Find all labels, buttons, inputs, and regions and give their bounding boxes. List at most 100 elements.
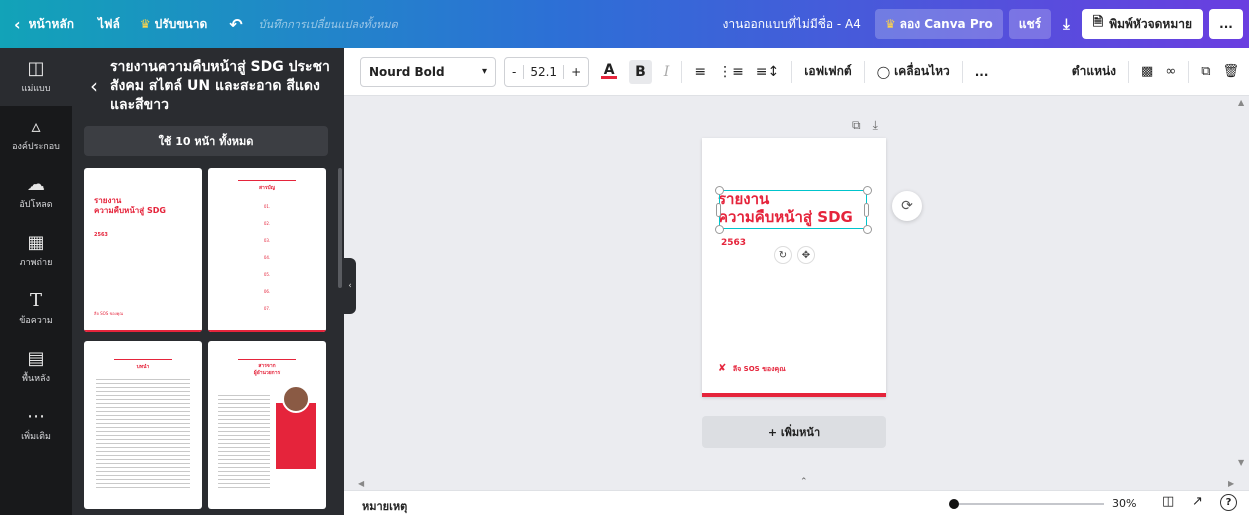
resize-handle[interactable] bbox=[863, 186, 872, 195]
trash-icon[interactable]: 🗑 bbox=[1222, 64, 1239, 79]
fullscreen-icon[interactable]: ↗ bbox=[1192, 494, 1203, 509]
undo-icon[interactable]: ↶ bbox=[221, 0, 250, 48]
divider bbox=[961, 60, 963, 83]
template-page-thumb[interactable]: บทนำ bbox=[84, 341, 202, 509]
effects-button[interactable]: เอฟเฟกต์ bbox=[804, 62, 851, 81]
resize-handle[interactable] bbox=[863, 225, 872, 234]
home-button[interactable]: ‹ หน้าหลัก bbox=[0, 0, 82, 48]
toc-entry: 03. bbox=[263, 238, 271, 243]
rail-item-background[interactable]: ▤ พื้นหลัง bbox=[0, 338, 72, 396]
scroll-down-icon[interactable]: ▼ bbox=[1238, 458, 1244, 467]
move-handle-icon[interactable]: ✥ bbox=[797, 246, 815, 264]
italic-button[interactable]: I bbox=[664, 64, 670, 80]
panel-scrollbar[interactable] bbox=[338, 168, 342, 288]
thumb-title: รายงาน ความคืบหน้าสู่ SDG bbox=[94, 196, 166, 216]
toolbar-more-button[interactable]: ... bbox=[975, 65, 989, 79]
page-accent-bar bbox=[702, 393, 886, 397]
font-size-stepper: - 52.1 + bbox=[504, 56, 590, 87]
crown-icon: ♛ bbox=[139, 17, 151, 31]
zoom-slider-knob[interactable] bbox=[949, 499, 959, 509]
toc-entry: 05. bbox=[263, 272, 271, 277]
footer-text: ลีจ SOS ของคุณ bbox=[732, 365, 786, 373]
page-view-icon[interactable]: ◫ bbox=[1162, 494, 1174, 509]
copy-style-icon[interactable]: ⧉ bbox=[1201, 64, 1210, 79]
more-options-button[interactable]: ... bbox=[1209, 9, 1243, 39]
thumb-bar bbox=[208, 330, 326, 332]
help-button[interactable]: ? bbox=[1220, 494, 1237, 511]
notes-button[interactable]: หมายเหตุ bbox=[362, 497, 407, 515]
rail-item-templates[interactable]: ◫ แม่แบบ bbox=[0, 48, 72, 106]
thumb-heading: สารจาก bbox=[258, 363, 276, 369]
font-size-input[interactable]: 52.1 bbox=[523, 64, 565, 79]
link-icon[interactable]: ∞ bbox=[1165, 64, 1176, 79]
template-page-thumb[interactable]: สารบัญ 01. 02. 03. 04. 05. 06. 07. bbox=[208, 168, 326, 332]
scroll-left-icon[interactable]: ◀ bbox=[358, 479, 364, 488]
chevron-down-icon: ▾ bbox=[481, 66, 487, 77]
rail-label: อัปโหลด bbox=[19, 200, 53, 210]
list-icon[interactable]: ⋮≡ bbox=[718, 64, 744, 80]
page-tools: ⧉ ⤓ bbox=[840, 118, 878, 133]
rotate-handle-icon[interactable]: ↻ bbox=[774, 246, 792, 264]
horizontal-scrollbar[interactable]: ◀ ▶ ⌃ bbox=[356, 477, 1249, 490]
rail-item-photos[interactable]: ▦ ภาพถ่าย bbox=[0, 222, 72, 280]
align-icon[interactable]: ≡ bbox=[694, 64, 706, 80]
add-page-icon[interactable]: ⤓ bbox=[873, 118, 878, 133]
decrease-size-button[interactable]: - bbox=[505, 65, 523, 79]
side-handle[interactable] bbox=[864, 203, 869, 217]
try-pro-button[interactable]: ♛ ลอง Canva Pro bbox=[874, 9, 1003, 39]
document-icon: 🗎 bbox=[1092, 15, 1104, 30]
thumb-heading: สารบัญ bbox=[259, 185, 275, 191]
collapse-panel-button[interactable]: ‹ bbox=[344, 258, 356, 314]
template-page-thumb[interactable]: สารจาก ผู้อำนวยการ bbox=[208, 341, 326, 509]
download-icon[interactable]: ⤓ bbox=[1057, 9, 1076, 39]
print-letterhead-button[interactable]: 🗎 พิมพ์หัวจดหมาย bbox=[1081, 9, 1203, 39]
scroll-right-icon[interactable]: ▶ bbox=[1228, 479, 1234, 488]
transparency-icon[interactable]: ▩ bbox=[1141, 64, 1153, 79]
increase-size-button[interactable]: + bbox=[564, 65, 588, 79]
refresh-icon[interactable]: ⟳ bbox=[892, 191, 922, 221]
page-year[interactable]: 2563 bbox=[721, 238, 746, 248]
rail-item-more[interactable]: ⋯ เพิ่มเติม bbox=[0, 396, 72, 454]
left-rail: ◫ แม่แบบ ▵ องค์ประกอบ ☁ อัปโหลด ▦ ภาพถ่า… bbox=[0, 48, 72, 515]
position-button[interactable]: ตำแหน่ง bbox=[1072, 62, 1116, 81]
toc-entry: 06. bbox=[263, 289, 271, 294]
resize-handle[interactable] bbox=[715, 225, 724, 234]
text-color-button[interactable]: A bbox=[601, 63, 618, 79]
resize-button[interactable]: ♛ ปรับขนาด bbox=[132, 0, 215, 48]
scroll-up-icon[interactable]: ▲ bbox=[1238, 98, 1244, 107]
side-handle[interactable] bbox=[716, 203, 721, 217]
rail-item-elements[interactable]: ▵ องค์ประกอบ bbox=[0, 106, 72, 164]
rail-item-uploads[interactable]: ☁ อัปโหลด bbox=[0, 164, 72, 222]
add-page-button[interactable]: + เพิ่มหน้า bbox=[702, 416, 886, 448]
animate-button[interactable]: ◯ เคลื่อนไหว bbox=[877, 62, 950, 81]
file-menu[interactable]: ไฟล์ bbox=[90, 0, 128, 48]
thumb-title-line2: ความคืบหน้าสู่ SDG bbox=[94, 206, 166, 215]
thumb-title-line1: รายงาน bbox=[94, 196, 122, 205]
spacing-icon[interactable]: ≡↕ bbox=[756, 64, 779, 80]
zoom-slider[interactable] bbox=[949, 499, 1104, 509]
template-panel: ‹ รายงานความคืบหน้าสู่ SDG ประชาสังคม สไ… bbox=[72, 48, 344, 515]
rail-item-text[interactable]: T ข้อความ bbox=[0, 280, 72, 338]
toc-entry: 02. bbox=[263, 221, 271, 226]
divider bbox=[1188, 60, 1190, 83]
expand-notes-icon[interactable]: ⌃ bbox=[800, 477, 808, 487]
design-page[interactable]: รายงาน ความคืบหน้าสู่ SDG 2563 ↻ ✥ ✘ ลีจ… bbox=[702, 138, 886, 397]
use-all-pages-button[interactable]: ใช้ 10 หน้า ทั้งหมด bbox=[84, 126, 328, 156]
zoom-level[interactable]: 30% bbox=[1112, 497, 1136, 510]
toc-entry: 01. bbox=[263, 204, 271, 209]
template-page-thumb[interactable]: รายงาน ความคืบหน้าสู่ SDG 2563 ลีจ SOS ข… bbox=[84, 168, 202, 332]
page-footer[interactable]: ✘ ลีจ SOS ของคุณ bbox=[718, 363, 786, 375]
thumb-heading-group: สารจาก ผู้อำนวยการ bbox=[208, 363, 326, 377]
back-icon[interactable]: ‹ bbox=[90, 74, 98, 98]
template-title: รายงานความคืบหน้าสู่ SDG ประชาสังคม สไตล… bbox=[110, 59, 330, 113]
thumb-year: 2563 bbox=[94, 232, 108, 238]
document-title[interactable]: งานออกแบบที่ไม่มีชื่อ - A4 bbox=[715, 0, 869, 48]
duplicate-page-icon[interactable]: ⧉ bbox=[852, 118, 861, 133]
bold-button[interactable]: B bbox=[629, 59, 652, 84]
font-select[interactable]: Nourd Bold ▾ bbox=[360, 56, 496, 87]
rail-label: องค์ประกอบ bbox=[12, 142, 60, 152]
resize-handle[interactable] bbox=[715, 186, 724, 195]
share-button[interactable]: แชร์ bbox=[1008, 9, 1052, 39]
elements-icon: ▵ bbox=[31, 116, 41, 137]
thumb-toc: 01. 02. 03. 04. 05. 06. 07. bbox=[208, 198, 326, 317]
